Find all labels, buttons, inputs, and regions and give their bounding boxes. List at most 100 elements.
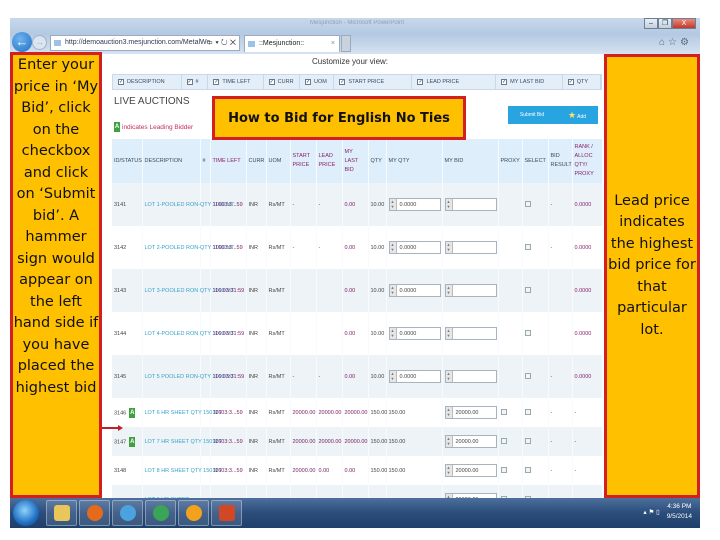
qty: 150.00: [368, 456, 387, 485]
taskbar-app-internet-explorer[interactable]: [112, 500, 143, 526]
select-checkbox[interactable]: [524, 200, 531, 207]
clock[interactable]: 4:36 PM 9/5/2014: [667, 502, 692, 522]
select-checkbox[interactable]: [524, 408, 531, 415]
rank-alloc: 0.0000: [572, 355, 603, 398]
spinner-arrows-icon[interactable]: ▲▼: [445, 285, 453, 296]
tab-close-icon[interactable]: ×: [331, 36, 335, 51]
spinner-arrows-icon[interactable]: ▲▼: [445, 465, 453, 476]
select-checkbox[interactable]: [524, 243, 531, 250]
lot-description-link[interactable]: LOT 1-POOLED RON-QTY 1000 MT: [142, 183, 234, 226]
customize-view-label: Customize your view:: [312, 57, 389, 66]
lot-description-link[interactable]: LOT 2-POOLED RON-QTY 1000 MT: [142, 226, 234, 269]
column-checkbox[interactable]: ✓: [339, 79, 346, 85]
my-qty-input[interactable]: ▲ ▼ 0.0000: [388, 370, 441, 383]
select-checkbox[interactable]: [524, 466, 531, 473]
my-qty-input[interactable]: ▲ ▼ 0.0000: [388, 284, 441, 297]
select-checkbox[interactable]: [524, 286, 531, 293]
column-option[interactable]: ✓ LEAD PRICE: [412, 75, 497, 89]
lot-description-link[interactable]: LOT 7 HR SHEET QTY 150 MT: [142, 427, 222, 456]
forward-button[interactable]: →: [32, 35, 47, 50]
column-checkbox[interactable]: ✓: [118, 79, 124, 85]
proxy-checkbox[interactable]: [500, 408, 507, 415]
lot-description-link[interactable]: LOT 6 HR SHEET QTY 150 MT: [142, 398, 222, 427]
my-bid-input[interactable]: ▲▼20000.00: [444, 464, 497, 477]
column-header: ID/STATUS: [112, 139, 143, 183]
column-option[interactable]: ✓ TIME LEFT: [208, 75, 264, 89]
column-checkbox[interactable]: ✓: [213, 79, 220, 85]
qty: 10.00: [368, 226, 387, 269]
spinner-arrows-icon[interactable]: ▲▼: [389, 242, 397, 253]
spinner-arrows-icon[interactable]: ▲▼: [445, 242, 453, 253]
qty: 10.00: [368, 269, 387, 312]
my-qty-input[interactable]: ▲ ▼ 0.0000: [388, 327, 441, 340]
column-checkbox[interactable]: ✓: [567, 79, 574, 85]
column-option[interactable]: ✓ CURR: [264, 75, 300, 89]
address-controls[interactable]: ⌕ ▾ ↻ ✕: [209, 36, 236, 50]
spinner-arrows-icon[interactable]: ▲▼: [389, 199, 397, 210]
lot-description-link[interactable]: LOT 8 HR SHEET QTY 150 MT: [142, 456, 222, 485]
tray-icons[interactable]: ▴ ⚑ ▯: [643, 508, 659, 516]
new-tab-button[interactable]: [341, 35, 351, 52]
select-cell: [522, 269, 549, 312]
lot-description-link[interactable]: LOT 9 HR SHEET-: [142, 485, 201, 498]
restore-button[interactable]: ❐: [658, 18, 672, 29]
my-bid-input[interactable]: ▲ ▼: [444, 327, 497, 340]
lot-description-link[interactable]: LOT 5 POOLED RON-QTY 1000 MT: [142, 355, 234, 398]
column-option-label: MY LAST BID: [510, 79, 545, 85]
my-bid-input[interactable]: ▲ ▼: [444, 198, 497, 211]
column-checkbox[interactable]: ✓: [186, 79, 193, 85]
spinner-arrows-icon[interactable]: ▲▼: [389, 285, 397, 296]
spinner-arrows-icon[interactable]: ▲▼: [445, 199, 453, 210]
my-bid-cell: ▲▼20000.00: [442, 398, 499, 427]
my-bid-input[interactable]: ▲▼20000.00: [444, 435, 497, 448]
spinner-arrows-icon[interactable]: ▲▼: [389, 371, 397, 382]
proxy-checkbox[interactable]: [500, 437, 507, 444]
address-bar[interactable]: http://demoauction3.mesjunction.com/Meta…: [50, 35, 240, 51]
column-option[interactable]: ✓ DESCRIPTION: [113, 75, 182, 89]
spinner-arrows-icon[interactable]: ▲▼: [445, 328, 453, 339]
taskbar-app-firefox[interactable]: [79, 500, 110, 526]
start-button[interactable]: [13, 500, 39, 526]
back-button[interactable]: ←: [12, 32, 32, 52]
select-checkbox[interactable]: [524, 372, 531, 379]
lot-description-link[interactable]: LOT 3-POOLED RON QTY 1000 MT: [142, 269, 234, 312]
taskbar-app-powerpoint[interactable]: [211, 500, 242, 526]
spinner-arrows-icon[interactable]: ▲▼: [445, 371, 453, 382]
my-bid-input[interactable]: ▲ ▼: [444, 370, 497, 383]
select-checkbox[interactable]: [524, 437, 531, 444]
select-checkbox[interactable]: [524, 329, 531, 336]
submit-bid-button[interactable]: Submit Bid: [520, 112, 544, 118]
my-qty-input[interactable]: ▲ ▼ 0.0000: [388, 241, 441, 254]
column-checkbox[interactable]: ✓: [501, 79, 508, 85]
spinner-arrows-icon[interactable]: ▲▼: [445, 436, 453, 447]
add-button[interactable]: ★ Add: [568, 110, 586, 121]
taskbar-app-file-explorer[interactable]: [46, 500, 77, 526]
my-bid-input[interactable]: ▲ ▼: [444, 241, 497, 254]
my-bid-cell: ▲ ▼: [442, 312, 499, 355]
my-bid-input[interactable]: ▲▼20000.00: [444, 406, 497, 419]
column-checkbox[interactable]: ✓: [305, 79, 311, 85]
lot-description-link[interactable]: LOT 4-POOLED RON QTY 1000 MT: [142, 312, 234, 355]
my-qty-input[interactable]: ▲ ▼ 0.0000: [388, 198, 441, 211]
column-checkbox[interactable]: ✓: [417, 79, 424, 85]
column-option[interactable]: ✓ START PRICE: [334, 75, 413, 89]
taskbar-app-chrome[interactable]: [145, 500, 176, 526]
spinner-arrows-icon[interactable]: ▲▼: [445, 407, 453, 418]
minimize-button[interactable]: –: [644, 18, 658, 29]
column-option[interactable]: ✓ QTY: [563, 75, 601, 89]
column-option[interactable]: ✓ UOM: [300, 75, 335, 89]
lead-price-callout: Lead price indicates the highest bid pri…: [604, 54, 700, 498]
close-button[interactable]: X: [672, 18, 696, 29]
toolbar-icons-home-favorites-settings[interactable]: ⌂☆⚙: [659, 37, 692, 48]
spinner-arrows-icon[interactable]: ▲▼: [389, 328, 397, 339]
hammer-lead-icon: A: [114, 122, 120, 132]
browser-tab[interactable]: ::Mesjunction:: ×: [244, 35, 340, 52]
taskbar-app-app-orange[interactable]: [178, 500, 209, 526]
column-option-label: QTY: [576, 79, 589, 85]
column-checkbox[interactable]: ✓: [268, 79, 275, 85]
proxy-checkbox[interactable]: [500, 466, 507, 473]
proxy-cell: [498, 269, 523, 312]
column-option[interactable]: ✓ #: [182, 75, 209, 89]
column-option[interactable]: ✓ MY LAST BID: [496, 75, 563, 89]
my-bid-input[interactable]: ▲ ▼: [444, 284, 497, 297]
